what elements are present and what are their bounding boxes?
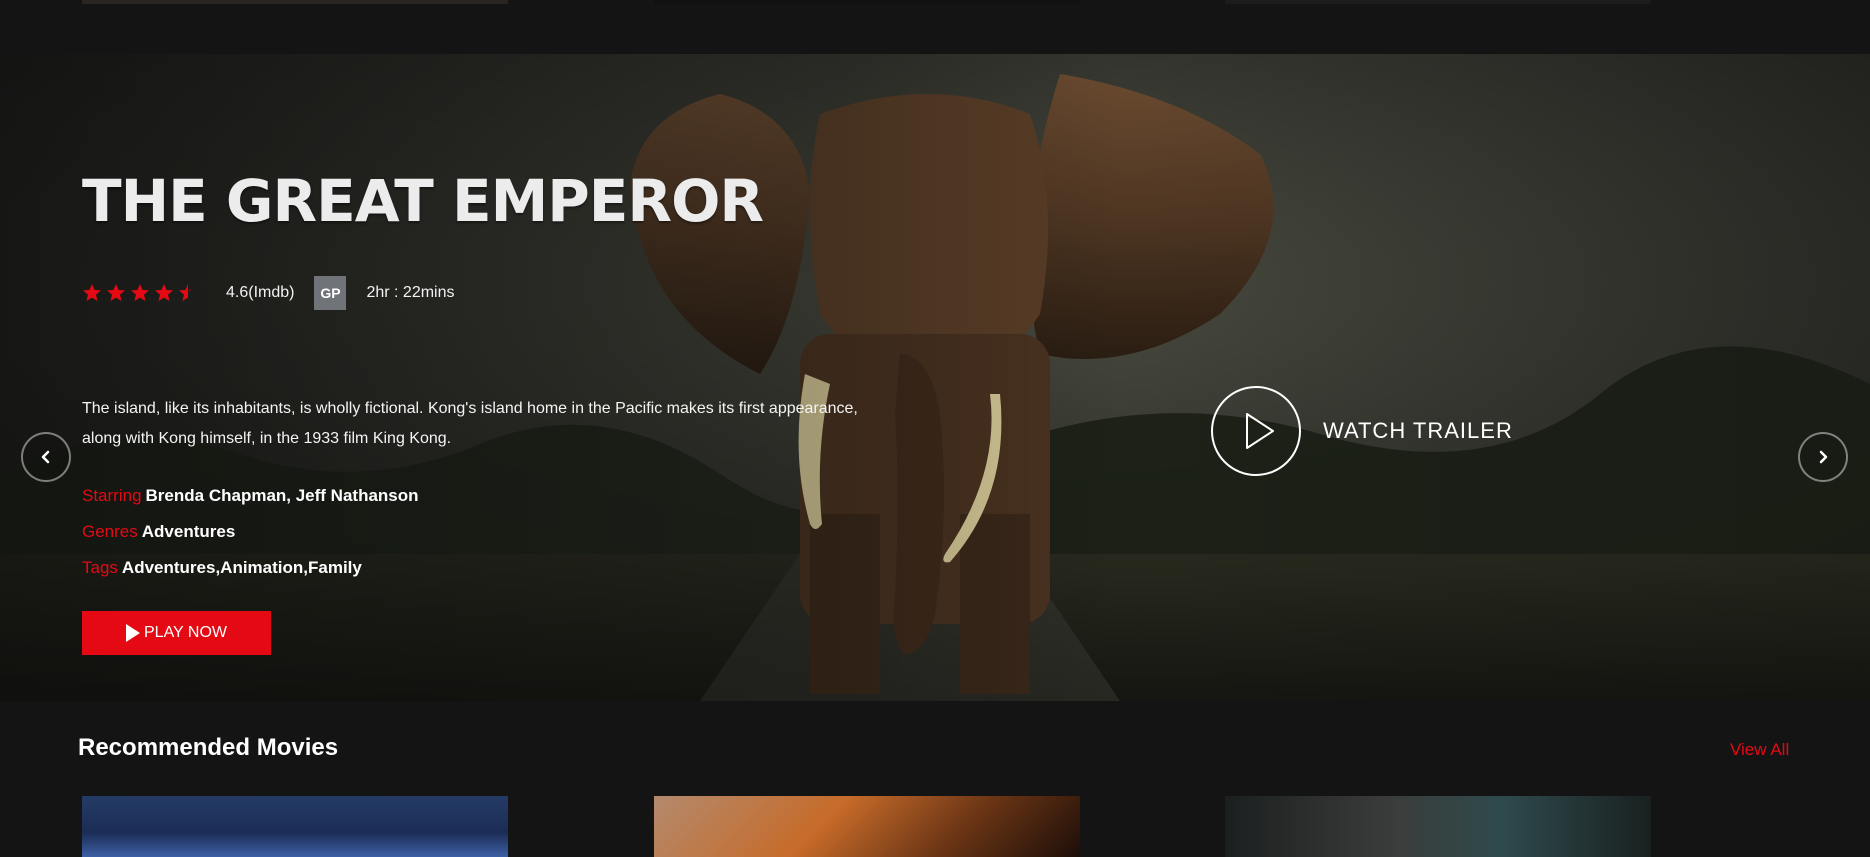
imdb-rating: 4.6(Imdb)	[226, 284, 295, 301]
play-icon	[126, 624, 140, 642]
star-icon	[131, 284, 149, 301]
slider-next-button[interactable]	[1798, 432, 1848, 482]
play-now-label: PLAY NOW	[144, 624, 227, 641]
starring-value: Brenda Chapman, Jeff Nathanson	[145, 486, 419, 505]
genres-label: Genres	[82, 522, 138, 541]
recommended-section-title: Recommended Movies	[78, 734, 339, 761]
watch-trailer-button[interactable]: WATCH TRAILER	[1211, 386, 1513, 476]
hero-meta-row: 4.6(Imdb) GP 2hr : 22mins	[82, 276, 455, 310]
movie-description: The island, like its inhabitants, is who…	[82, 400, 858, 447]
tags-value: Adventures,Animation,Family	[121, 558, 362, 577]
previous-movie-card[interactable]	[654, 0, 1080, 4]
chevron-right-icon	[1819, 450, 1828, 464]
movie-card[interactable]	[654, 796, 1080, 857]
chevron-left-icon	[41, 450, 50, 464]
star-icon	[107, 284, 125, 301]
movie-duration: 2hr : 22mins	[366, 284, 455, 301]
previous-movie-card[interactable]	[1225, 0, 1651, 4]
age-rating-badge: GP	[314, 276, 347, 310]
rating-stars	[82, 283, 198, 303]
starring-label: Starring	[82, 486, 142, 505]
star-icon	[155, 284, 173, 301]
previous-movie-card[interactable]	[82, 0, 508, 4]
tags-label: Tags	[82, 558, 118, 577]
view-all-link[interactable]: View All	[1730, 740, 1789, 760]
tags-line: Tags Adventures,Animation,Family	[82, 558, 362, 578]
play-outline-icon	[1246, 413, 1274, 449]
star-icon	[83, 284, 101, 301]
hero-banner: THE GREAT EMPEROR 4.6(Imdb) GP 2hr : 22m…	[0, 54, 1870, 701]
watch-trailer-label: WATCH TRAILER	[1323, 418, 1513, 443]
play-now-button[interactable]: PLAY NOW	[82, 611, 271, 655]
genres-line: Genres Adventures	[82, 522, 235, 542]
movie-card[interactable]	[1225, 796, 1651, 857]
trailer-play-circle[interactable]	[1211, 386, 1301, 476]
hero-overlay	[0, 54, 1870, 701]
hero-title: THE GREAT EMPEROR	[82, 167, 764, 235]
starring-line: Starring Brenda Chapman, Jeff Nathanson	[82, 486, 419, 506]
movie-card[interactable]	[82, 796, 508, 857]
genres-value: Adventures	[141, 522, 236, 541]
slider-prev-button[interactable]	[21, 432, 71, 482]
previous-section-strip	[0, 0, 1870, 54]
star-half-icon	[179, 284, 191, 301]
